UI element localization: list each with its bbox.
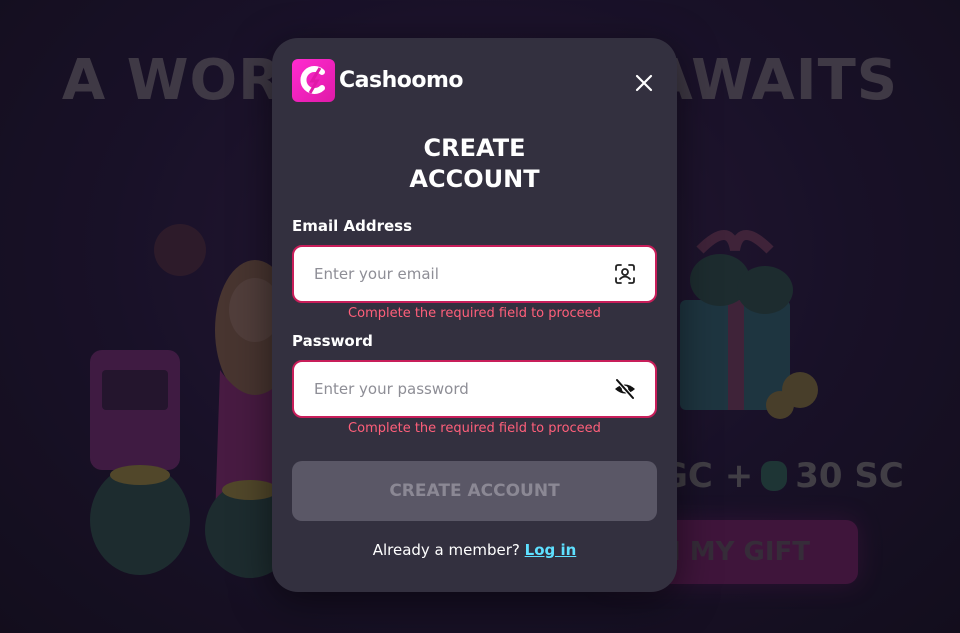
password-label: Password	[292, 332, 373, 350]
password-field-wrapper	[292, 360, 657, 418]
brand-name: Cashoomo	[339, 67, 464, 93]
eye-off-icon[interactable]	[613, 377, 637, 401]
email-field[interactable]	[294, 247, 613, 301]
modal-title-line1: CREATE	[423, 134, 526, 162]
email-error-message: Complete the required field to proceed	[348, 306, 601, 321]
login-link[interactable]: Log in	[525, 541, 577, 559]
email-field-wrapper	[292, 245, 657, 303]
brand-logo-mark	[292, 58, 335, 102]
contact-card-icon[interactable]	[613, 262, 637, 286]
close-icon[interactable]	[633, 72, 655, 94]
email-label: Email Address	[292, 217, 413, 235]
modal-title: CREATE ACCOUNT	[272, 133, 677, 195]
member-prompt-text: Already a member?	[372, 541, 520, 559]
create-account-modal: Cashoomo CREATE ACCOUNT Email Address Co…	[272, 38, 677, 592]
modal-title-line2: ACCOUNT	[409, 165, 540, 193]
password-error-message: Complete the required field to proceed	[348, 421, 601, 436]
create-account-button[interactable]: CREATE ACCOUNT	[292, 461, 657, 521]
password-field[interactable]	[294, 362, 613, 416]
login-prompt: Already a member? Log in	[272, 541, 677, 559]
brand-logo: Cashoomo	[292, 58, 464, 102]
